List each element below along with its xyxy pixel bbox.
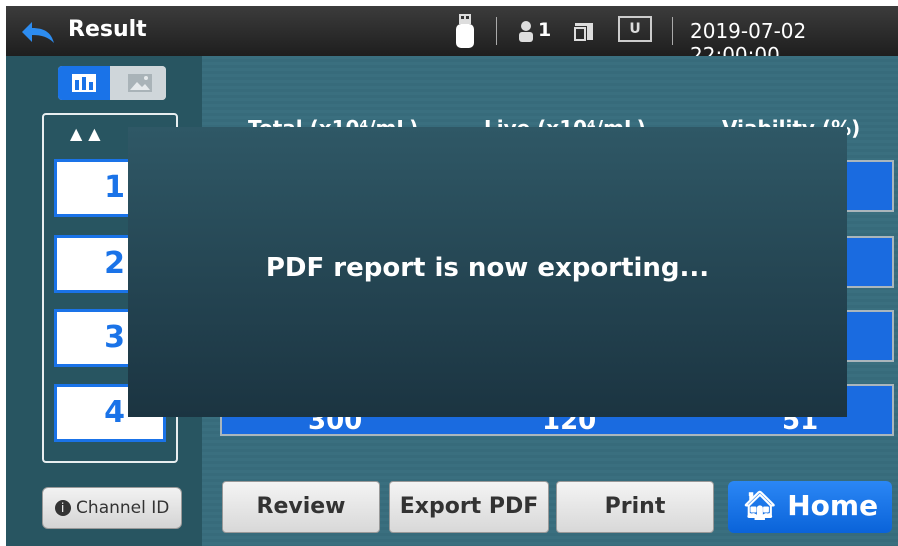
print-button[interactable]: Print — [556, 481, 714, 533]
dialog-message: PDF report is now exporting... — [265, 253, 710, 283]
channel-id-button[interactable]: i Channel ID — [42, 487, 182, 529]
page-title: Result — [68, 17, 147, 42]
home-icon: 🏠︎ — [741, 489, 778, 522]
divider — [496, 17, 497, 45]
view-toggle — [58, 66, 166, 100]
review-button[interactable]: Review — [222, 481, 380, 533]
user-icon — [519, 21, 533, 42]
image-view-button[interactable] — [114, 66, 166, 100]
usb-icon — [456, 14, 474, 48]
result-screen: Result 1 U 2019-07-02 22:00:00 ▲▲ 1 2 3 … — [0, 0, 898, 546]
back-arrow-icon[interactable] — [20, 20, 56, 44]
home-label: Home — [787, 489, 879, 522]
export-pdf-button[interactable]: Export PDF — [389, 481, 549, 533]
u-indicator: U — [618, 16, 652, 42]
export-progress-dialog: PDF report is now exporting... — [128, 127, 847, 417]
scroll-up-icon[interactable]: ▲▲ — [70, 124, 130, 146]
user-count: 1 — [538, 19, 552, 41]
home-button[interactable]: 🏠︎ Home — [728, 481, 892, 533]
top-bar: Result 1 U 2019-07-02 22:00:00 — [6, 6, 898, 67]
chart-view-button[interactable] — [58, 66, 110, 100]
image-icon — [128, 74, 152, 92]
info-icon: i — [54, 500, 71, 516]
divider — [672, 17, 673, 45]
monitor-icon — [574, 23, 593, 41]
bar-chart-icon — [72, 74, 96, 92]
channel-id-label: Channel ID — [76, 498, 170, 518]
